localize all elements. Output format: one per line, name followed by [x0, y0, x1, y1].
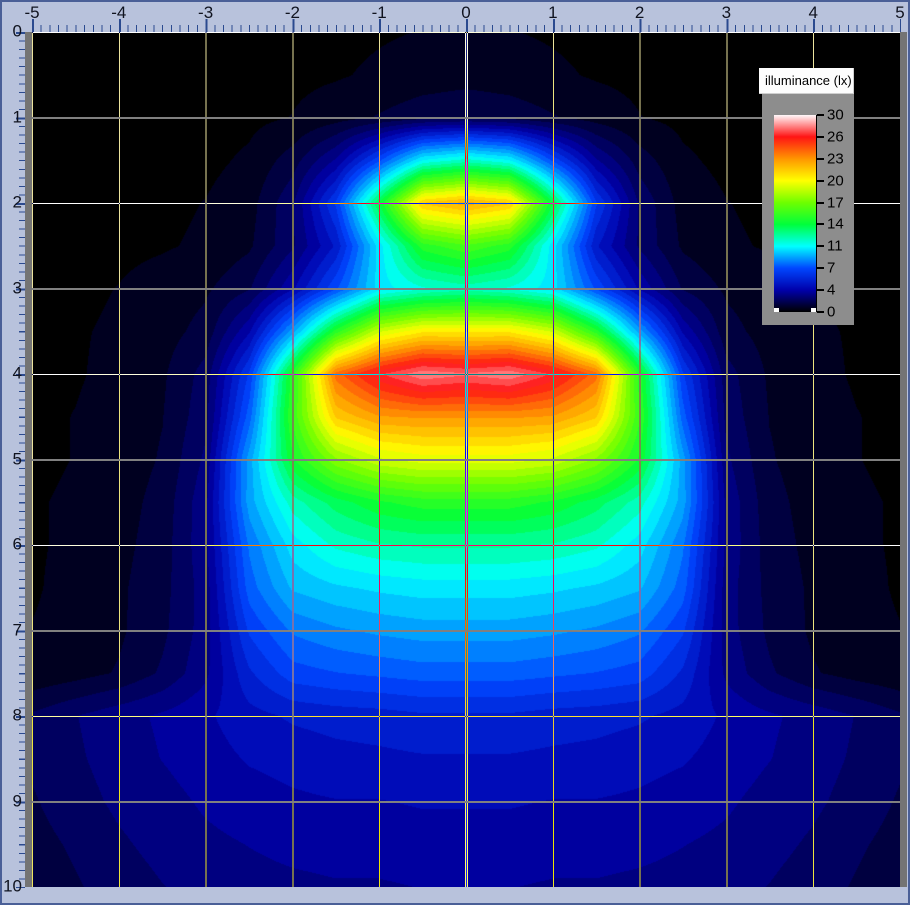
- plot-window: -5-4-3-2-1012345 012345678910 illuminanc…: [0, 0, 910, 905]
- legend-tick-label: 30: [827, 107, 844, 124]
- legend-bar-corner-marker: [774, 308, 779, 312]
- ruler-top-label: 3: [722, 3, 731, 23]
- legend-panel[interactable]: illuminance (lx) 30 26 23 20 17 14 11 7 4 0: [759, 68, 854, 325]
- ruler-top-label: 0: [461, 3, 470, 23]
- legend-tick-label: 14: [827, 216, 844, 233]
- legend-bar-corner-marker: [811, 308, 816, 312]
- ruler-left-label: 10: [2, 877, 22, 897]
- legend-color-bar: [774, 115, 817, 312]
- legend-tick-label: 17: [827, 194, 844, 211]
- legend-tick-label: 4: [827, 282, 835, 299]
- legend-tick-mark: [817, 180, 824, 182]
- ruler-left-label: 7: [2, 620, 22, 640]
- ruler-left-label: 9: [2, 791, 22, 811]
- legend-tick-mark: [817, 223, 824, 225]
- plot-inset-edge-right: [900, 32, 907, 887]
- ruler-top-label: -3: [198, 3, 213, 23]
- legend-body: 30 26 23 20 17 14 11 7 4 0: [762, 94, 854, 325]
- legend-tick-label: 20: [827, 172, 844, 189]
- ruler-top: -5-4-3-2-1012345: [32, 2, 901, 32]
- ruler-left-label: 4: [2, 364, 22, 384]
- ruler-top-label: -5: [24, 3, 39, 23]
- ruler-top-label: -1: [372, 3, 387, 23]
- ruler-left-label: 1: [2, 107, 22, 127]
- legend-title: illuminance (lx): [759, 68, 854, 94]
- ruler-top-label: 5: [895, 3, 904, 23]
- ruler-top-label: 4: [808, 3, 817, 23]
- ruler-left-label: 8: [2, 706, 22, 726]
- ruler-left-label: 0: [2, 22, 22, 42]
- ruler-top-label: -4: [111, 3, 126, 23]
- ruler-top-label: 2: [635, 3, 644, 23]
- ruler-top-label: 1: [548, 3, 557, 23]
- legend-tick-mark: [817, 202, 824, 204]
- legend-tick-mark: [817, 311, 824, 313]
- legend-tick-mark: [817, 158, 824, 160]
- ruler-left-label: 6: [2, 535, 22, 555]
- legend-tick-label: 23: [827, 150, 844, 167]
- legend-tick-label: 11: [827, 238, 843, 255]
- ruler-top-label: -2: [285, 3, 300, 23]
- legend-tick-mark: [817, 267, 824, 269]
- legend-tick-label: 7: [827, 260, 835, 277]
- legend-tick-mark: [817, 245, 824, 247]
- plot-inset-edge-left: [25, 32, 32, 887]
- ruler-left-label: 3: [2, 278, 22, 298]
- legend-tick-mark: [817, 114, 824, 116]
- legend-tick-mark: [817, 289, 824, 291]
- legend-tick-mark: [817, 136, 824, 138]
- ruler-left: 012345678910: [2, 32, 25, 888]
- legend-tick-label: 26: [827, 128, 844, 145]
- legend-tick-label: 0: [827, 304, 835, 321]
- ruler-left-label: 2: [2, 193, 22, 213]
- ruler-left-label: 5: [2, 449, 22, 469]
